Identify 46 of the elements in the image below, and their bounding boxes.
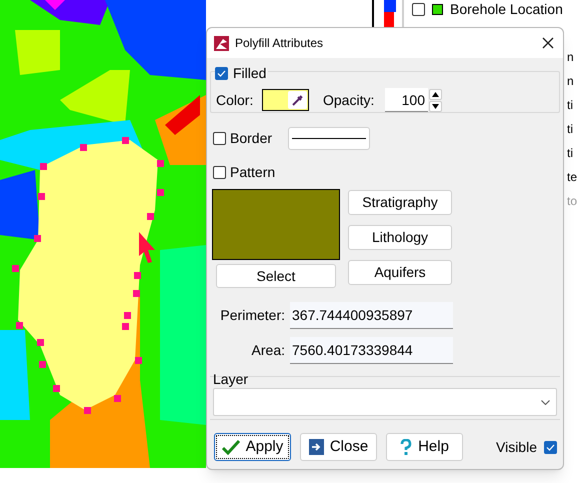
area-label: Area: <box>250 341 285 360</box>
apply-button[interactable]: Apply <box>214 433 291 461</box>
visible-checkbox[interactable] <box>544 440 557 454</box>
cut-off-text: n <box>567 73 575 90</box>
area-field[interactable]: 7560.40173339844 <box>290 337 453 364</box>
window-title: Polyfill Attributes <box>235 35 324 52</box>
pattern-checkbox[interactable] <box>213 166 226 179</box>
checkmark-icon <box>546 444 555 450</box>
layer-label: Layer <box>213 372 250 387</box>
exit-icon <box>308 439 324 455</box>
close-button[interactable]: Close <box>300 433 377 461</box>
color-label: Color: <box>216 90 254 110</box>
pattern-type-button[interactable]: Stratigraphy <box>348 190 452 215</box>
visible-label: Visible <box>496 438 537 456</box>
filled-label: Filled <box>233 64 266 83</box>
border-label: Border <box>230 129 274 148</box>
pattern-type-button[interactable]: Lithology <box>348 225 452 250</box>
opacity-label: Opacity: <box>323 90 376 110</box>
eyedropper-icon <box>288 91 307 109</box>
cut-off-text: n <box>567 49 575 66</box>
cut-off-text: ti <box>567 121 574 138</box>
cut-off-text: ti <box>567 145 574 162</box>
color-swatch[interactable] <box>262 89 309 111</box>
layer-checkbox[interactable] <box>412 2 425 16</box>
pattern-type-button[interactable]: Aquifers <box>348 260 452 285</box>
line-style-button[interactable] <box>288 127 370 150</box>
help-button[interactable]: Help <box>386 433 463 461</box>
filled-checkbox[interactable] <box>215 67 228 80</box>
close-icon[interactable] <box>540 35 556 51</box>
border-checkbox[interactable] <box>213 132 226 145</box>
perimeter-label: Perimeter: <box>219 306 285 325</box>
cut-off-text: ti <box>567 97 574 114</box>
color-scale-drawing <box>372 0 396 28</box>
chevron-down-icon <box>541 400 550 404</box>
cut-off-text: te <box>567 169 577 186</box>
check-icon <box>222 439 240 455</box>
checkmark-icon <box>217 70 226 77</box>
layer-label: Borehole Location <box>450 0 563 18</box>
select-button[interactable]: Select <box>216 264 336 288</box>
app-logo-icon <box>214 36 229 50</box>
spin-buttons[interactable] <box>429 88 442 112</box>
pattern-label: Pattern <box>230 163 276 182</box>
cut-off-text: to <box>567 193 577 210</box>
perimeter-field[interactable]: 367.744400935897 <box>290 302 453 329</box>
opacity-field[interactable]: 100 <box>385 88 428 112</box>
question-mark-icon <box>400 438 412 456</box>
